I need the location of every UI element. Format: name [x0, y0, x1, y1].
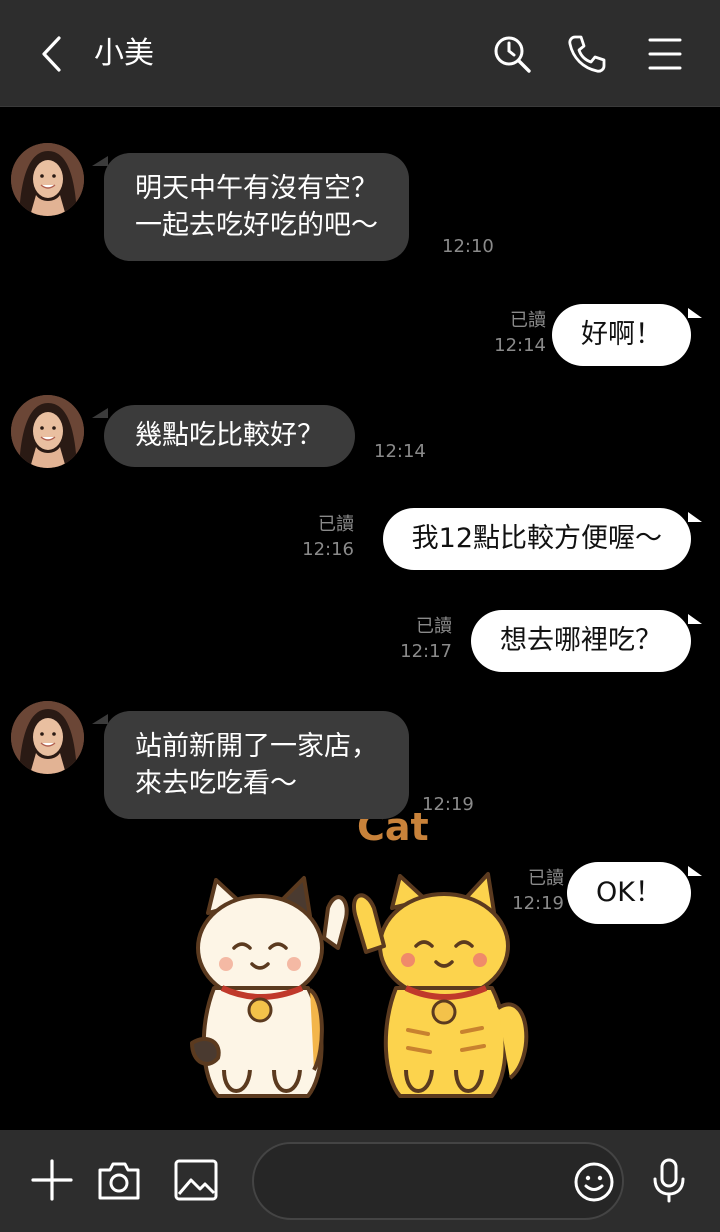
message-line: 站前新開了一家店，	[135, 731, 378, 762]
message-bubble-outgoing[interactable]: 想去哪裡吃？	[471, 610, 691, 672]
message-text: 好啊！	[581, 319, 662, 350]
lucky-cats-icon: Cat	[190, 805, 529, 1098]
image-icon	[174, 1159, 218, 1201]
avatar[interactable]	[11, 701, 84, 774]
search-history-icon	[494, 36, 531, 73]
avatar[interactable]	[11, 395, 84, 468]
message-text: OK！	[596, 877, 662, 908]
hamburger-menu-icon	[648, 38, 682, 70]
camera-button[interactable]	[91, 1152, 147, 1208]
avatar-portrait-icon	[11, 143, 84, 216]
chat-header: 小美	[0, 0, 720, 107]
message-bubble-incoming[interactable]: 站前新開了一家店， 來去吃吃看～	[104, 711, 409, 819]
read-receipt: 已讀 12:17	[400, 614, 452, 664]
cat-sticker[interactable]: Cat	[178, 805, 548, 1108]
emoji-button[interactable]	[564, 1152, 624, 1212]
plus-icon	[31, 1159, 73, 1201]
read-label: 已讀	[528, 868, 564, 889]
bubble-tail	[688, 866, 702, 876]
message-text: 想去哪裡吃？	[500, 625, 662, 656]
menu-button[interactable]	[637, 26, 693, 82]
message-bubble-incoming[interactable]: 明天中午有沒有空？ 一起去吃好吃的吧～	[104, 153, 409, 261]
message-line: 明天中午有沒有空？	[135, 173, 378, 204]
read-label: 已讀	[510, 310, 546, 331]
message-time: 12:19	[422, 794, 474, 815]
chat-messages[interactable]: 明天中午有沒有空？ 一起去吃好吃的吧～ 12:10 已讀 12:14 好啊！ 幾…	[0, 108, 720, 1130]
chevron-left-icon	[42, 36, 61, 72]
bubble-tail	[688, 512, 702, 522]
message-input[interactable]	[252, 1142, 624, 1220]
message-line: 來去吃吃看～	[135, 768, 297, 799]
back-button[interactable]	[24, 26, 80, 82]
message-time: 12:16	[302, 539, 354, 560]
read-label: 已讀	[318, 514, 354, 535]
message-time: 12:14	[494, 335, 546, 356]
search-button[interactable]	[484, 26, 540, 82]
avatar-portrait-icon	[11, 701, 84, 774]
bubble-tail	[688, 614, 702, 624]
message-composer	[0, 1130, 720, 1232]
message-bubble-incoming[interactable]: 幾點吃比較好？	[104, 405, 355, 467]
message-time: 12:10	[442, 236, 494, 257]
camera-icon	[98, 1162, 140, 1200]
message-bubble-outgoing[interactable]: OK！	[567, 862, 691, 924]
add-button[interactable]	[24, 1152, 80, 1208]
bubble-tail	[92, 714, 108, 724]
message-text: 幾點吃比較好？	[135, 420, 324, 451]
message-bubble-outgoing[interactable]: 我12點比較方便喔～	[382, 508, 691, 570]
message-time: 12:17	[400, 641, 452, 662]
message-line: 一起去吃好吃的吧～	[135, 210, 378, 241]
read-receipt: 已讀 12:14	[494, 308, 546, 358]
call-button[interactable]	[559, 26, 615, 82]
image-button[interactable]	[168, 1152, 224, 1208]
voice-button[interactable]	[641, 1152, 697, 1208]
message-text: 我12點比較方便喔～	[411, 523, 662, 554]
message-bubble-outgoing[interactable]: 好啊！	[552, 304, 691, 366]
avatar-portrait-icon	[11, 395, 84, 468]
chat-title: 小美	[94, 36, 154, 71]
smiley-icon	[574, 1162, 614, 1202]
read-label: 已讀	[416, 616, 452, 637]
read-receipt: 已讀 12:19	[512, 866, 564, 916]
bubble-tail	[92, 408, 108, 418]
message-time: 12:19	[512, 893, 564, 914]
message-time: 12:14	[374, 441, 426, 462]
microphone-icon	[653, 1158, 685, 1203]
phone-icon	[568, 35, 606, 73]
avatar[interactable]	[11, 143, 84, 216]
bubble-tail	[688, 308, 702, 318]
read-receipt: 已讀 12:16	[302, 512, 354, 562]
bubble-tail	[92, 156, 108, 166]
